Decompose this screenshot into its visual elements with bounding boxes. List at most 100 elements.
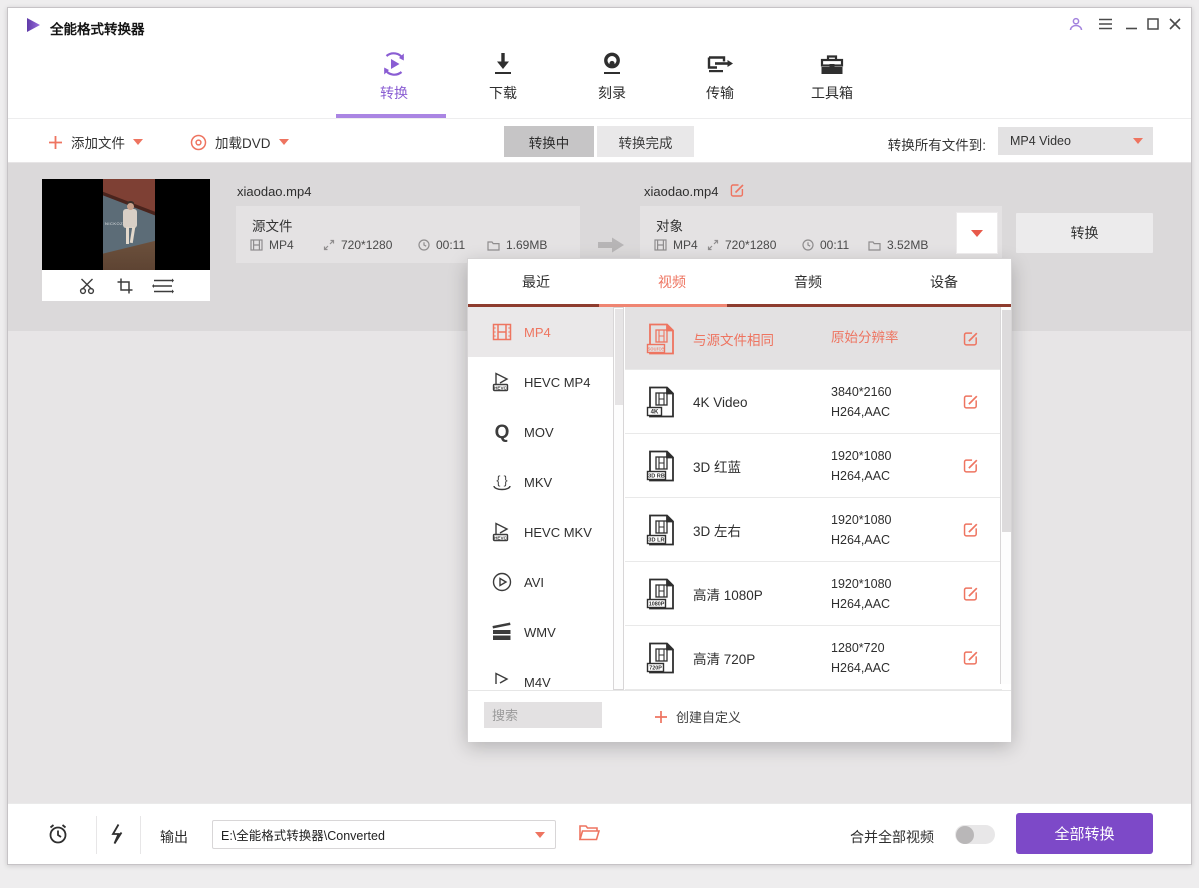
format-item-mp4[interactable]: MP4 [468, 307, 613, 357]
maximize-icon[interactable] [1147, 18, 1159, 30]
resolution-expand-icon [323, 239, 335, 251]
add-files-label: 添加文件 [71, 132, 125, 152]
preset-info: 1280*720H264,AAC [831, 638, 890, 678]
film-icon [654, 239, 667, 251]
preset-row-hd-720p[interactable]: 720P 高清 720P 1280*720H264,AAC [625, 626, 1002, 690]
load-dvd-button[interactable]: 加载DVD [190, 130, 289, 154]
3d-lr-preset-icon: 3D LR [643, 512, 679, 548]
search-input[interactable] [484, 702, 602, 728]
download-arrow-icon [455, 43, 551, 79]
edit-preset-icon[interactable] [962, 457, 980, 475]
preset-row-3d-lr[interactable]: 3D LR 3D 左右 1920*1080H264,AAC [625, 498, 1002, 562]
format-list-scrollbar[interactable] [613, 307, 624, 690]
tab-download[interactable]: 下载 [455, 43, 551, 103]
app-window: 全能格式转换器 转换 下载 刻录 传输 [7, 7, 1192, 865]
tab-convert[interactable]: 转换 [346, 43, 442, 103]
popup-tab-recent[interactable]: 最近 [468, 259, 604, 304]
account-icon[interactable] [1068, 16, 1084, 32]
crop-icon[interactable] [116, 277, 134, 295]
edit-preset-icon[interactable] [962, 521, 980, 539]
schedule-alarm-icon[interactable] [46, 822, 70, 846]
format-item-mov[interactable]: Q MOV [468, 407, 613, 457]
source-filename: xiaodao.mp4 [237, 184, 311, 199]
edit-preset-icon[interactable] [962, 649, 980, 667]
film-icon [250, 239, 263, 251]
effects-sliders-icon[interactable] [152, 277, 174, 295]
rename-edit-icon[interactable] [729, 182, 746, 199]
close-icon[interactable] [1169, 18, 1181, 30]
video-thumbnail[interactable]: NICKOZI [42, 179, 210, 270]
edit-preset-icon[interactable] [962, 393, 980, 411]
tab-toolbox[interactable]: 工具箱 [784, 43, 880, 103]
app-title: 全能格式转换器 [50, 18, 145, 38]
format-item-m4v[interactable]: M4V [468, 657, 613, 690]
tab-transfer-label: 传输 [672, 83, 768, 103]
convert-circular-play-icon [346, 43, 442, 79]
3d-rb-preset-icon: 3D RB [643, 448, 679, 484]
tab-finished[interactable]: 转换完成 [597, 126, 694, 157]
4k-preset-icon: 4K [643, 384, 679, 420]
preset-name: 高清 720P [693, 626, 755, 690]
app-logo-play-icon [24, 16, 42, 34]
clapperboard-icon [485, 621, 519, 643]
tab-burn[interactable]: 刻录 [564, 43, 660, 103]
output-label: 输出 [160, 827, 188, 847]
edit-preset-icon[interactable] [962, 585, 980, 603]
target-title: 对象 [656, 215, 683, 235]
format-list-scrollbar-thumb[interactable] [615, 309, 623, 405]
add-files-button[interactable]: 添加文件 [48, 130, 143, 154]
tab-converting-label: 转换中 [529, 132, 570, 152]
output-path-dropdown[interactable] [212, 820, 556, 849]
convert-row-button[interactable]: 转换 [1016, 213, 1153, 253]
convert-all-button[interactable]: 全部转换 [1016, 813, 1153, 854]
create-custom-button[interactable]: 创建自定义 [654, 691, 741, 742]
bottom-bar: 输出 合并全部视频 全部转换 [8, 803, 1191, 864]
preset-name: 高清 1080P [693, 562, 763, 626]
merge-toggle-knob [956, 826, 974, 844]
preset-row-same-as-source[interactable]: source 与源文件相同 原始分辨率 [625, 307, 1002, 370]
high-speed-bolt-icon[interactable] [107, 823, 125, 845]
target-format-dropdown-button[interactable] [956, 212, 998, 254]
screen: 全能格式转换器 转换 下载 刻录 传输 [0, 0, 1199, 888]
preset-list-scrollbar[interactable] [1000, 307, 1011, 684]
source-title: 源文件 [252, 215, 293, 235]
load-dvd-label: 加载DVD [215, 132, 271, 152]
output-path-value[interactable] [213, 828, 535, 842]
edit-preset-icon[interactable] [962, 330, 980, 348]
tab-transfer[interactable]: 传输 [672, 43, 768, 103]
popup-tab-device[interactable]: 设备 [876, 259, 1012, 304]
preset-row-3d-rb[interactable]: 3D RB 3D 红蓝 1920*1080H264,AAC [625, 434, 1002, 498]
svg-text:Q: Q [495, 422, 510, 443]
dvd-disc-icon [190, 134, 207, 151]
tab-converting[interactable]: 转换中 [504, 126, 594, 157]
format-list: MP4 HEVC HEVC MP4 Q MOV { } MKV HEVC HEV… [468, 307, 613, 690]
tab-burn-label: 刻录 [564, 83, 660, 103]
merge-toggle[interactable] [955, 825, 995, 844]
popup-tab-video[interactable]: 视频 [604, 259, 740, 304]
1080p-preset-icon: 1080P [643, 576, 679, 612]
popup-tab-audio[interactable]: 音频 [740, 259, 876, 304]
nav-separator [8, 118, 1191, 119]
format-item-hevc-mp4[interactable]: HEVC HEVC MP4 [468, 357, 613, 407]
resolution-expand-icon [707, 239, 719, 251]
format-item-wmv[interactable]: WMV [468, 607, 613, 657]
open-folder-icon[interactable] [578, 823, 600, 842]
preset-row-4k[interactable]: 4K 4K Video 3840*2160H264,AAC [625, 370, 1002, 434]
source-format: MP4 [250, 238, 294, 252]
target-info-box: 对象 MP4 720*1280 00:11 3.52MB [640, 206, 1002, 263]
preset-list-scrollbar-thumb[interactable] [1002, 310, 1011, 532]
tab-toolbox-label: 工具箱 [784, 83, 880, 103]
svg-text:HEVC: HEVC [494, 386, 507, 391]
hamburger-menu-icon[interactable] [1098, 18, 1113, 30]
convert-all-to-dropdown[interactable]: MP4 Video [998, 127, 1153, 155]
preset-name: 与源文件相同 [693, 307, 774, 371]
convert-row-button-label: 转换 [1071, 223, 1099, 243]
m4v-play-icon [485, 670, 519, 690]
trim-scissors-icon[interactable] [78, 277, 98, 295]
minimize-icon[interactable] [1125, 18, 1138, 30]
format-item-mkv[interactable]: { } MKV [468, 457, 613, 507]
thumb-person-body [123, 209, 137, 228]
format-item-hevc-mkv[interactable]: HEVC HEVC MKV [468, 507, 613, 557]
format-item-avi[interactable]: AVI [468, 557, 613, 607]
preset-row-hd-1080p[interactable]: 1080P 高清 1080P 1920*1080H264,AAC [625, 562, 1002, 626]
